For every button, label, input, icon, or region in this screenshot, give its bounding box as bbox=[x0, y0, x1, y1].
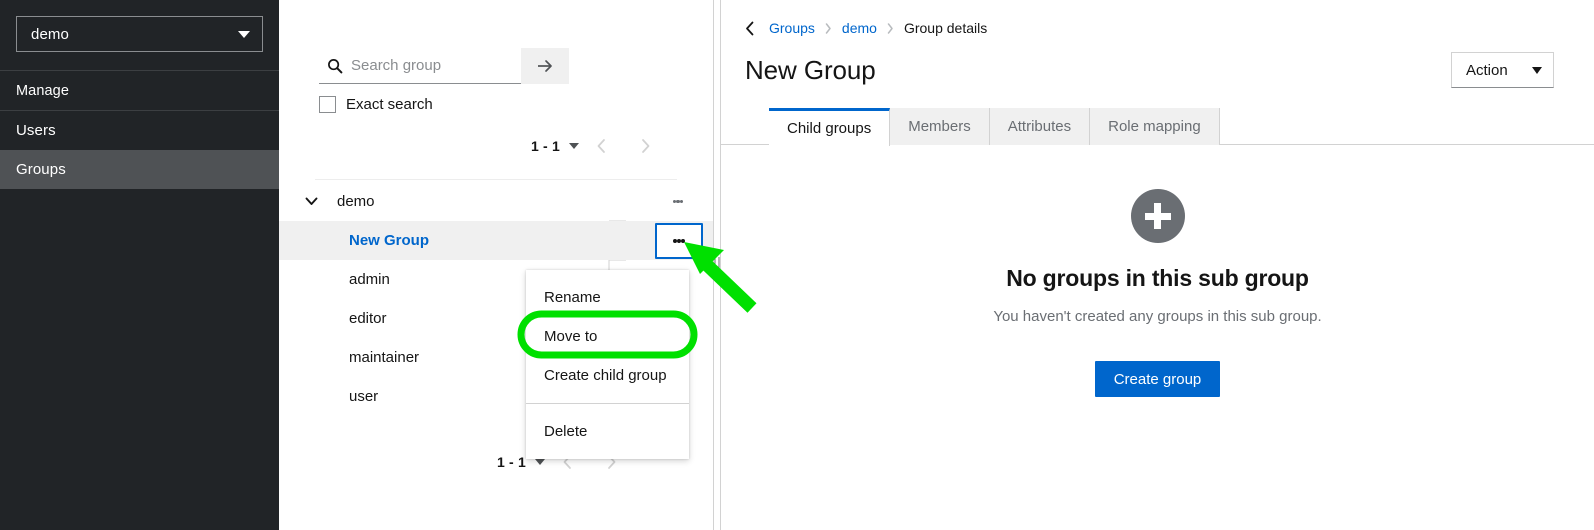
chevron-right-icon bbox=[641, 139, 649, 153]
breadcrumb-separator-icon bbox=[825, 22, 832, 34]
menu-item-label: Create child group bbox=[544, 367, 667, 384]
panel-splitter[interactable] bbox=[713, 0, 721, 530]
page-title: New Group bbox=[745, 54, 876, 85]
plus-circle-icon bbox=[1130, 189, 1185, 243]
breadcrumb: Groups demo Group details bbox=[721, 0, 1594, 36]
tree-row-kebab-new-group[interactable] bbox=[655, 222, 703, 259]
chevron-down-icon[interactable] bbox=[301, 197, 321, 206]
empty-state: No groups in this sub group You haven't … bbox=[721, 145, 1594, 397]
exact-search-label: Exact search bbox=[346, 96, 433, 113]
page-title-row: New Group Action bbox=[721, 36, 1594, 88]
breadcrumb-back-button[interactable] bbox=[745, 21, 755, 36]
tree-row-label[interactable]: New Group bbox=[349, 232, 429, 249]
tab-members[interactable]: Members bbox=[890, 108, 990, 145]
kebab-icon bbox=[679, 199, 684, 204]
pagination-count: 1 - 1 bbox=[496, 454, 526, 470]
tree-row-label: maintainer bbox=[349, 349, 420, 366]
realm-selector-value: demo bbox=[31, 25, 69, 43]
tab-bar: Child groups Members Attributes Role map… bbox=[721, 108, 1594, 146]
tab-label: Members bbox=[908, 118, 971, 135]
tab-label: Role mapping bbox=[1108, 118, 1201, 135]
pagination-count: 1 - 1 bbox=[530, 138, 560, 154]
realm-selector[interactable]: demo bbox=[16, 16, 263, 52]
admin-console-window: demo Manage Users Groups Search group Ex… bbox=[0, 0, 1594, 530]
sidebar-section-manage: Manage bbox=[0, 71, 279, 110]
splitter-grip-icon bbox=[714, 257, 720, 273]
search-group-row bbox=[319, 48, 569, 84]
empty-state-subtitle: You haven't created any groups in this s… bbox=[993, 308, 1322, 325]
menu-item-rename[interactable]: Rename bbox=[526, 278, 689, 317]
group-details-panel: Groups demo Group details New Group Acti… bbox=[721, 0, 1594, 530]
exact-search-checkbox[interactable] bbox=[319, 96, 336, 113]
tab-child-groups[interactable]: Child groups bbox=[769, 108, 891, 146]
tab-label: Child groups bbox=[787, 120, 872, 137]
menu-item-create-child-group[interactable]: Create child group bbox=[526, 356, 689, 395]
tab-attributes[interactable]: Attributes bbox=[989, 108, 1091, 145]
pagination-options-caret-icon[interactable] bbox=[569, 143, 579, 149]
action-dropdown-label: Action bbox=[1466, 61, 1508, 79]
arrow-right-icon bbox=[538, 59, 552, 72]
tab-role-mapping[interactable]: Role mapping bbox=[1090, 108, 1220, 145]
sidebar-item-groups[interactable]: Groups bbox=[0, 150, 279, 189]
tree-row-label: editor bbox=[349, 310, 387, 327]
menu-item-delete[interactable]: Delete bbox=[526, 412, 689, 451]
menu-item-label: Delete bbox=[544, 423, 588, 440]
sidebar-item-users[interactable]: Users bbox=[0, 111, 279, 150]
search-submit-button[interactable] bbox=[521, 48, 569, 84]
tree-row-label: user bbox=[349, 388, 379, 405]
tree-row-label: admin bbox=[349, 271, 390, 288]
empty-state-title: No groups in this sub group bbox=[1006, 265, 1309, 291]
menu-item-label: Move to bbox=[544, 328, 598, 345]
menu-item-move-to[interactable]: Move to bbox=[526, 317, 689, 356]
create-group-button[interactable]: Create group bbox=[1094, 361, 1221, 397]
tree-top-divider bbox=[315, 179, 677, 180]
sidebar-section-label: Manage bbox=[16, 82, 69, 99]
tree-row-new-group[interactable]: New Group bbox=[279, 221, 713, 260]
chevron-left-icon bbox=[597, 139, 605, 153]
tree-row-label: demo bbox=[337, 193, 375, 210]
pagination-next-button[interactable] bbox=[623, 131, 667, 161]
group-context-menu: Rename Move to Create child group Delete bbox=[526, 270, 689, 459]
pagination-prev-button[interactable] bbox=[579, 131, 623, 161]
search-group-box bbox=[319, 48, 521, 84]
breadcrumb-item-groups[interactable]: Groups bbox=[769, 20, 815, 36]
breadcrumb-separator-icon bbox=[887, 22, 894, 34]
tree-row-demo[interactable]: demo bbox=[279, 182, 713, 221]
chevron-left-icon bbox=[746, 21, 754, 35]
action-dropdown-button[interactable]: Action bbox=[1451, 52, 1554, 88]
sidebar: demo Manage Users Groups bbox=[0, 0, 279, 530]
menu-divider bbox=[526, 403, 689, 404]
breadcrumb-item-demo[interactable]: demo bbox=[842, 20, 877, 36]
sidebar-item-label: Groups bbox=[16, 161, 66, 178]
caret-down-icon bbox=[1532, 66, 1542, 74]
tab-label: Attributes bbox=[1007, 118, 1072, 135]
chevron-down-icon bbox=[238, 30, 250, 38]
sidebar-item-label: Users bbox=[16, 122, 56, 139]
pagination-options-caret-icon[interactable] bbox=[535, 459, 545, 465]
search-input[interactable] bbox=[351, 48, 521, 83]
tree-pagination-top: 1 - 1 bbox=[279, 131, 667, 161]
tree-row-kebab-demo[interactable] bbox=[665, 189, 691, 215]
menu-item-label: Rename bbox=[544, 289, 601, 306]
exact-search-row[interactable]: Exact search bbox=[319, 96, 569, 113]
breadcrumb-item-current: Group details bbox=[903, 20, 988, 36]
kebab-icon bbox=[681, 238, 685, 243]
realm-selector-wrap: demo bbox=[0, 0, 279, 70]
search-icon bbox=[328, 58, 343, 73]
